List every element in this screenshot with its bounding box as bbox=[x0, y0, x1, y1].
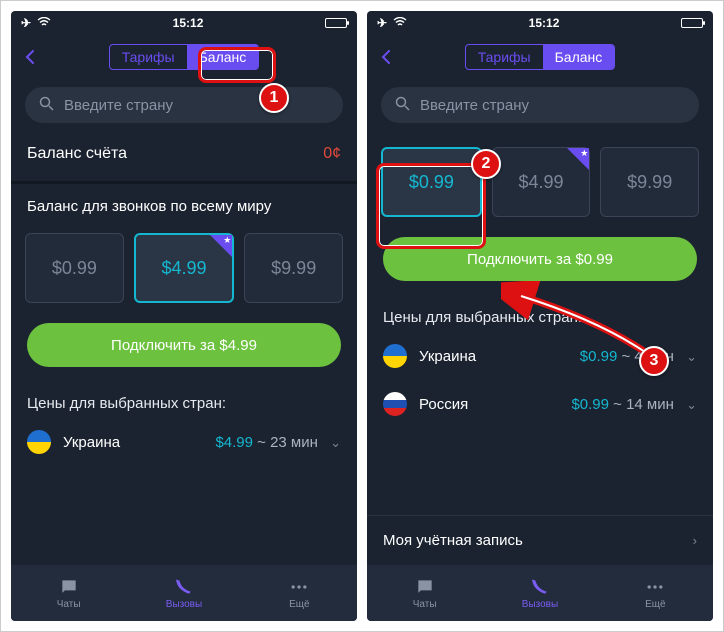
search-placeholder: Введите страну bbox=[420, 97, 529, 114]
tab-balance[interactable]: Баланс bbox=[187, 45, 259, 69]
worldwide-title: Баланс для звонков по всему миру bbox=[11, 184, 357, 223]
price-value: $4.99 bbox=[215, 434, 253, 451]
price-list-item-ukraine[interactable]: Украина $4.99 ~ 23 мин ⌄ bbox=[11, 418, 357, 466]
country-label: Украина bbox=[63, 434, 120, 451]
battery-icon bbox=[681, 18, 703, 28]
account-row[interactable]: Моя учётная запись › bbox=[367, 515, 713, 565]
top-bar: Тарифы Баланс bbox=[11, 35, 357, 79]
tab-balance[interactable]: Баланс bbox=[543, 45, 615, 69]
phone-right: ✈︎ 15:12 Тарифы Баланс Введите страну $0… bbox=[367, 11, 713, 621]
chevron-down-icon: ⌄ bbox=[686, 349, 697, 364]
country-label: Украина bbox=[419, 348, 476, 365]
search-input[interactable]: Введите страну bbox=[381, 87, 699, 123]
search-icon bbox=[395, 96, 410, 115]
search-icon bbox=[39, 96, 54, 115]
clock: 15:12 bbox=[529, 16, 560, 30]
tab-tariffs[interactable]: Тарифы bbox=[466, 45, 543, 69]
tab-bar: Чаты Вызовы Ещё bbox=[11, 565, 357, 621]
search-input[interactable]: Введите страну bbox=[25, 87, 343, 123]
balance-value: 0¢ bbox=[323, 145, 341, 163]
back-button[interactable] bbox=[19, 45, 43, 69]
phone-icon bbox=[530, 577, 550, 597]
top-bar: Тарифы Баланс bbox=[367, 35, 713, 79]
segmented-control: Тарифы Баланс bbox=[109, 44, 260, 70]
price-list-title: Цены для выбранных стран: bbox=[11, 383, 357, 418]
flag-ukraine-icon bbox=[383, 344, 407, 368]
chevron-down-icon: ⌄ bbox=[686, 397, 697, 412]
flag-russia-icon bbox=[383, 392, 407, 416]
star-icon bbox=[210, 235, 232, 257]
status-bar: ✈︎ 15:12 bbox=[11, 11, 357, 35]
time-value: ~ 4 мин bbox=[622, 348, 674, 365]
balance-label: Баланс счёта bbox=[27, 145, 127, 163]
wifi-icon bbox=[393, 16, 407, 30]
star-icon bbox=[567, 148, 589, 170]
tab-tariffs[interactable]: Тарифы bbox=[110, 45, 187, 69]
account-label: Моя учётная запись bbox=[383, 532, 523, 549]
price-list-item-russia[interactable]: Россия $0.99 ~ 14 мин ⌄ bbox=[367, 380, 713, 428]
price-option-1[interactable]: $4.99 bbox=[492, 147, 591, 217]
phone-icon bbox=[174, 577, 194, 597]
connect-button[interactable]: Подключить за $4.99 bbox=[27, 323, 341, 367]
time-value: ~ 23 мин bbox=[257, 434, 318, 451]
time-value: ~ 14 мин bbox=[613, 396, 674, 413]
price-options: $0.99 $4.99 $9.99 bbox=[11, 223, 357, 317]
more-icon bbox=[289, 577, 309, 597]
price-option-2[interactable]: $9.99 bbox=[244, 233, 343, 303]
back-button[interactable] bbox=[375, 45, 399, 69]
country-label: Россия bbox=[419, 396, 468, 413]
flag-ukraine-icon bbox=[27, 430, 51, 454]
tab-more[interactable]: Ещё bbox=[242, 565, 357, 621]
price-list-title: Цены для выбранных стран: bbox=[367, 297, 713, 332]
airplane-icon: ✈︎ bbox=[21, 16, 31, 30]
chat-icon bbox=[59, 577, 79, 597]
balance-row: Баланс счёта 0¢ bbox=[11, 131, 357, 184]
price-option-1[interactable]: $4.99 bbox=[134, 233, 235, 303]
airplane-icon: ✈︎ bbox=[377, 16, 387, 30]
more-icon bbox=[645, 577, 665, 597]
wifi-icon bbox=[37, 16, 51, 30]
chat-icon bbox=[415, 577, 435, 597]
price-option-0[interactable]: $0.99 bbox=[25, 233, 124, 303]
phone-left: ✈︎ 15:12 Тарифы Баланс Введите страну Ба… bbox=[11, 11, 357, 621]
clock: 15:12 bbox=[173, 16, 204, 30]
chevron-down-icon: ⌄ bbox=[330, 435, 341, 450]
tab-chats[interactable]: Чаты bbox=[367, 565, 482, 621]
tab-calls[interactable]: Вызовы bbox=[482, 565, 597, 621]
chevron-right-icon: › bbox=[693, 533, 697, 548]
tab-bar: Чаты Вызовы Ещё bbox=[367, 565, 713, 621]
tab-calls[interactable]: Вызовы bbox=[126, 565, 241, 621]
price-options: $0.99 $4.99 $9.99 bbox=[367, 131, 713, 231]
battery-icon bbox=[325, 18, 347, 28]
price-option-0[interactable]: $0.99 bbox=[381, 147, 482, 217]
status-bar: ✈︎ 15:12 bbox=[367, 11, 713, 35]
price-value: $0.99 bbox=[580, 348, 618, 365]
search-placeholder: Введите страну bbox=[64, 97, 173, 114]
connect-button[interactable]: Подключить за $0.99 bbox=[383, 237, 697, 281]
tab-more[interactable]: Ещё bbox=[598, 565, 713, 621]
price-list-item-ukraine[interactable]: Украина $0.99 ~ 4 мин ⌄ bbox=[367, 332, 713, 380]
price-option-2[interactable]: $9.99 bbox=[600, 147, 699, 217]
price-value: $0.99 bbox=[571, 396, 609, 413]
tab-chats[interactable]: Чаты bbox=[11, 565, 126, 621]
segmented-control: Тарифы Баланс bbox=[465, 44, 616, 70]
